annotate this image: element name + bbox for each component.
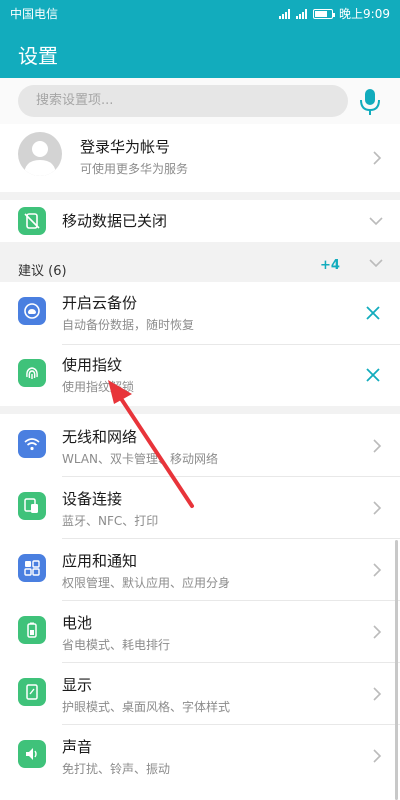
dismiss-icon[interactable] bbox=[366, 306, 380, 320]
settings-item-title: 应用和通知 bbox=[62, 552, 138, 570]
signal-icon bbox=[279, 8, 291, 19]
settings-item-subtitle: 省电模式、耗电排行 bbox=[62, 638, 171, 652]
account-subtitle: 可使用更多华为服务 bbox=[80, 162, 189, 176]
app-header: 中国电信 晚上9:09 设置 bbox=[0, 0, 400, 78]
chevron-right-icon bbox=[373, 563, 382, 577]
search-input[interactable]: 搜索设置项... bbox=[18, 85, 348, 117]
suggestion-title: 开启云备份 bbox=[62, 294, 138, 312]
suggestions-label: 建议 (6) bbox=[18, 264, 67, 279]
user-icon bbox=[24, 141, 56, 176]
page-title: 设置 bbox=[18, 44, 58, 68]
battery-status-icon bbox=[313, 8, 336, 19]
more-suggestions-count[interactable]: +4 bbox=[320, 258, 340, 273]
chevron-right-icon bbox=[373, 439, 382, 453]
account-row[interactable]: 登录华为帐号 可使用更多华为服务 bbox=[0, 124, 400, 192]
settings-item-title: 设备连接 bbox=[62, 490, 123, 508]
suggestions-list: 开启云备份 自动备份数据，随时恢复 使用指纹 使用指纹解锁 bbox=[0, 282, 400, 406]
settings-item-subtitle: 权限管理、默认应用、应用分身 bbox=[62, 576, 231, 590]
settings-item-title: 显示 bbox=[62, 676, 93, 694]
status-icons: 晚上9:09 bbox=[279, 5, 390, 22]
suggestion-subtitle: 使用指纹解锁 bbox=[62, 380, 135, 394]
settings-item-title: 电池 bbox=[62, 614, 93, 632]
settings-item-subtitle: 免打扰、铃声、振动 bbox=[62, 762, 171, 776]
settings-item-battery[interactable]: 电池 省电模式、耗电排行 bbox=[0, 600, 400, 662]
settings-item-title: 声音 bbox=[62, 738, 93, 756]
avatar bbox=[18, 132, 62, 176]
suggestion-item-fingerprint[interactable]: 使用指纹 使用指纹解锁 bbox=[0, 344, 400, 406]
suggestions-expand-icon[interactable] bbox=[368, 258, 384, 268]
suggestion-title: 使用指纹 bbox=[62, 356, 123, 374]
status-bar: 中国电信 晚上9:09 bbox=[0, 0, 400, 26]
mobile-data-row[interactable]: 移动数据已关闭 bbox=[0, 200, 400, 242]
settings-item-display[interactable]: 显示 护眼模式、桌面风格、字体样式 bbox=[0, 662, 400, 724]
chevron-right-icon bbox=[373, 501, 382, 515]
chevron-down-icon[interactable] bbox=[368, 216, 384, 226]
settings-item-wireless[interactable]: 无线和网络 WLAN、双卡管理、移动网络 bbox=[0, 414, 400, 476]
settings-list: 无线和网络 WLAN、双卡管理、移动网络 设备连接 蓝牙、NFC、打印 应用和通… bbox=[0, 414, 400, 800]
battery-icon bbox=[18, 616, 46, 644]
sound-icon bbox=[18, 740, 46, 768]
suggestion-item-cloud-backup[interactable]: 开启云备份 自动备份数据，随时恢复 bbox=[0, 282, 400, 344]
mobile-data-off-icon bbox=[18, 207, 46, 235]
wifi-icon bbox=[18, 430, 46, 458]
display-icon bbox=[18, 678, 46, 706]
chevron-right-icon bbox=[373, 625, 382, 639]
settings-item-subtitle: WLAN、双卡管理、移动网络 bbox=[62, 452, 219, 466]
clock: 晚上9:09 bbox=[339, 7, 390, 21]
carrier-label: 中国电信 bbox=[10, 7, 59, 21]
dismiss-icon[interactable] bbox=[366, 368, 380, 382]
account-title: 登录华为帐号 bbox=[80, 138, 171, 156]
scrollbar[interactable] bbox=[395, 540, 398, 800]
device-connection-icon bbox=[18, 492, 46, 520]
chevron-right-icon bbox=[373, 749, 382, 763]
suggestion-subtitle: 自动备份数据，随时恢复 bbox=[62, 318, 195, 332]
settings-item-device-connection[interactable]: 设备连接 蓝牙、NFC、打印 bbox=[0, 476, 400, 538]
fingerprint-icon bbox=[18, 359, 46, 387]
settings-item-apps[interactable]: 应用和通知 权限管理、默认应用、应用分身 bbox=[0, 538, 400, 600]
settings-item-subtitle: 蓝牙、NFC、打印 bbox=[62, 514, 159, 528]
settings-item-subtitle: 护眼模式、桌面风格、字体样式 bbox=[62, 700, 231, 714]
apps-icon bbox=[18, 554, 46, 582]
settings-item-title: 无线和网络 bbox=[62, 428, 138, 446]
chevron-right-icon bbox=[373, 687, 382, 701]
mobile-data-title: 移动数据已关闭 bbox=[62, 212, 168, 230]
settings-item-sound[interactable]: 声音 免打扰、铃声、振动 bbox=[0, 724, 400, 786]
signal-icon-2 bbox=[296, 8, 308, 19]
chevron-right-icon bbox=[373, 151, 382, 165]
microphone-icon[interactable] bbox=[356, 86, 384, 116]
cloud-backup-icon bbox=[18, 297, 46, 325]
